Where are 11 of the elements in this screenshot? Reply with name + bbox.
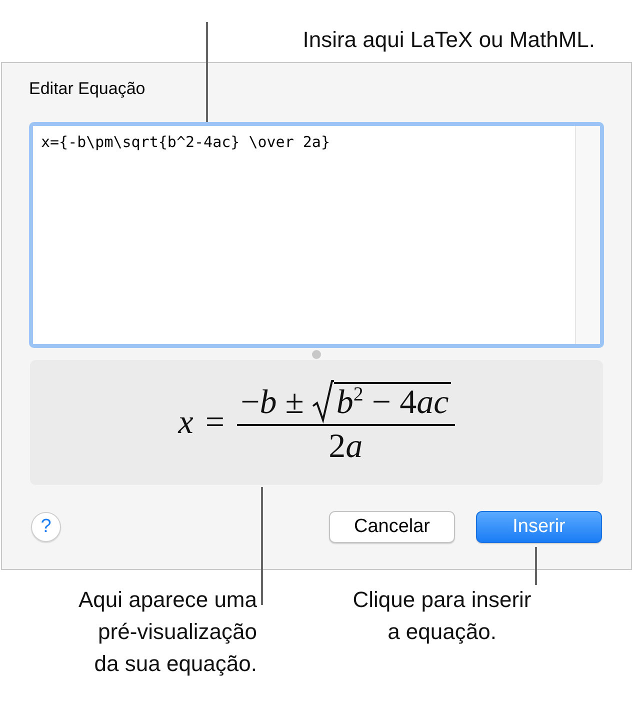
dialog-title: Editar Equação: [29, 79, 146, 100]
help-button[interactable]: ?: [31, 512, 61, 542]
leader-line: [535, 547, 537, 585]
square-root-icon: [312, 380, 334, 424]
callout-text: Clique para inserir a equação.: [352, 586, 532, 646]
callout-text: Aqui aparece uma pré-visualização da sua equação.: [77, 586, 257, 678]
callout-text: Insira aqui LaTeX ou MathML.: [302, 26, 595, 54]
resize-handle[interactable]: [312, 350, 321, 359]
cancel-button[interactable]: Cancelar: [329, 511, 455, 543]
input-field[interactable]: x={-b\pm\sqrt{b^2-4ac} \over 2a}: [29, 122, 604, 348]
equation: x = −b ± b$^{2}$ − 4ac 2a: [178, 380, 455, 466]
